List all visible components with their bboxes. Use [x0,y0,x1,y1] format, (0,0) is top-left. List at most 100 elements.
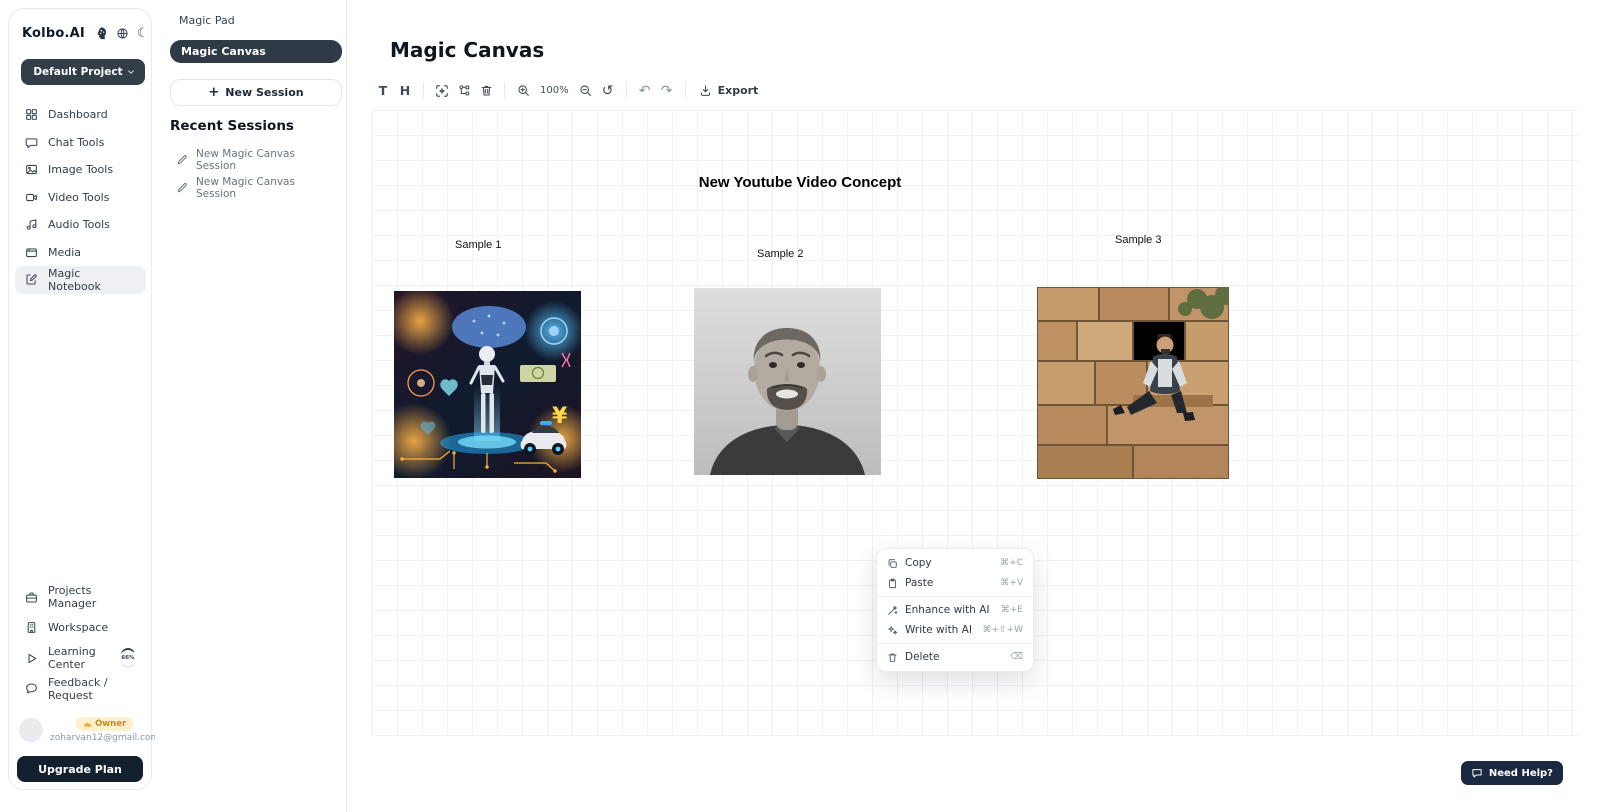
sidebar-item-video-tools[interactable]: Video Tools [15,184,146,212]
sidebar-item-image-tools[interactable]: Image Tools [15,156,146,184]
magic-canvas-item-active[interactable]: Magic Canvas [170,40,342,63]
sidebar-item-label: Feedback / Request [48,676,136,702]
toolbar-divider [685,83,686,99]
sidebar-item-workspace[interactable]: Workspace [15,613,146,644]
context-menu-item-paste[interactable]: Paste ⌘+V [877,573,1033,593]
recent-sessions-heading: Recent Sessions [170,118,294,134]
chat-bubble-icon [25,136,38,149]
new-session-button[interactable]: + New Session [170,79,342,106]
heading-tool-button[interactable]: H [394,79,416,103]
session-list-item[interactable]: New Magic Canvas Session [176,146,338,174]
plus-icon: + [208,86,219,99]
sidebar-item-label: Video Tools [48,191,109,204]
logo-row: Kolbo.AI ☾ [22,23,141,43]
sidebar-item-label: Magic Notebook [48,267,136,293]
sidebar-item-media[interactable]: Media [15,239,146,267]
context-menu-item-write-with-ai[interactable]: Write with AI ⌘+⇧+W [877,620,1033,640]
chevron-down-icon [126,67,136,77]
ai-select-tool-button[interactable] [431,79,453,103]
sidebar-bottom-nav: Projects Manager Workspace Learning Cent… [15,582,146,704]
flow-nodes-tool-button[interactable] [453,79,475,103]
sidebar-item-label: Dashboard [48,108,108,121]
owner-badge: Owner [76,717,133,731]
canvas-image-ai-collage[interactable]: ¥ [394,291,581,478]
video-camera-icon [25,191,38,204]
sample-label-3[interactable]: Sample 3 [1115,234,1161,246]
help-chat-icon [1471,767,1483,779]
sample-label-1[interactable]: Sample 1 [455,239,501,251]
avatar [19,718,43,742]
sample-label-2[interactable]: Sample 2 [757,248,803,260]
redo-button[interactable]: ↷ [656,79,678,103]
magic-notebook-panel: Magic Pad Magic Canvas + New Session Rec… [155,0,347,812]
sidebar-item-label: Workspace [48,621,108,634]
brand-logo: Kolbo.AI [22,26,85,41]
sidebar-item-label: Image Tools [48,163,113,176]
context-menu-item-delete[interactable]: Delete ⌫ [877,647,1033,667]
toolbar-divider [626,83,627,99]
zoom-in-button[interactable] [512,79,534,103]
rotate-icon: ↺ [602,84,614,98]
svg-text:¥: ¥ [552,404,568,429]
sidebar-item-learning-center[interactable]: Learning Center 66% [15,643,146,674]
sidebar-item-label: Learning Center [48,645,108,671]
zoom-level: 100% [534,85,575,96]
sidebar-item-audio-tools[interactable]: Audio Tools [15,211,146,239]
pencil-icon [176,182,188,194]
delete-tool-button[interactable] [475,79,497,103]
context-menu-divider [877,643,1033,644]
music-note-icon [25,218,38,231]
export-button[interactable]: Export [693,79,765,103]
download-icon [699,84,712,97]
zoom-out-icon [579,84,592,97]
need-help-button[interactable]: Need Help? [1461,761,1563,785]
sidebar-item-label: Media [48,246,81,259]
briefcase-icon [25,591,38,604]
redo-icon: ↷ [661,84,673,98]
context-menu-divider [877,596,1033,597]
undo-icon: ↶ [639,84,651,98]
scan-select-icon [435,84,449,98]
canvas-image-ruins[interactable] [1037,287,1229,479]
crown-icon [83,720,92,729]
trash-icon [887,652,898,663]
sidebar-item-feedback-request[interactable]: Feedback / Request [15,674,146,705]
learning-progress-ring: 66% [120,648,136,668]
user-account-row[interactable]: Owner zoharvan12@gmail.com [19,711,143,749]
project-selector[interactable]: Default Project [21,59,145,85]
trash-icon [480,84,493,97]
notebook-pen-icon [25,273,38,286]
globe-icon[interactable] [116,27,129,40]
page-title: Magic Canvas [390,38,544,62]
upgrade-plan-button[interactable]: Upgrade Plan [17,756,143,782]
image-icon [25,163,38,176]
sidebar-item-chat-tools[interactable]: Chat Tools [15,129,146,157]
sidebar-item-magic-notebook[interactable]: Magic Notebook [15,266,146,294]
text-tool-button[interactable]: T [372,79,394,103]
building-icon [25,621,38,634]
toolbar-divider [423,83,424,99]
session-list-item[interactable]: New Magic Canvas Session [176,174,338,202]
sidebar-item-label: Audio Tools [48,218,110,231]
toolbar-divider [504,83,505,99]
canvas-toolbar: T H 100% ↺ ↶ ↷ Export [372,77,764,104]
sidebar-item-projects-manager[interactable]: Projects Manager [15,582,146,613]
moon-icon[interactable]: ☾ [137,27,149,40]
zoom-out-button[interactable] [575,79,597,103]
canvas-heading-text[interactable]: New Youtube Video Concept [690,174,910,191]
learning-progress-value: 66% [120,650,136,666]
zoom-in-icon [517,84,530,97]
canvas-image-portrait[interactable] [694,288,881,475]
sidebar-item-label: Chat Tools [48,136,104,149]
feedback-bubble-icon [25,682,38,695]
reset-view-button[interactable]: ↺ [597,79,619,103]
magic-canvas-grid[interactable]: New Youtube Video Concept Sample 1 Sampl… [372,110,1578,737]
context-menu-item-enhance-with-ai[interactable]: Enhance with AI ⌘+E [877,600,1033,620]
magic-pad-item[interactable]: Magic Pad [179,14,235,27]
flow-nodes-icon [458,84,471,97]
context-menu-item-copy[interactable]: Copy ⌘+C [877,553,1033,573]
copy-icon [887,558,898,569]
dashboard-icon [25,108,38,121]
sidebar-item-dashboard[interactable]: Dashboard [15,101,146,129]
undo-button[interactable]: ↶ [634,79,656,103]
